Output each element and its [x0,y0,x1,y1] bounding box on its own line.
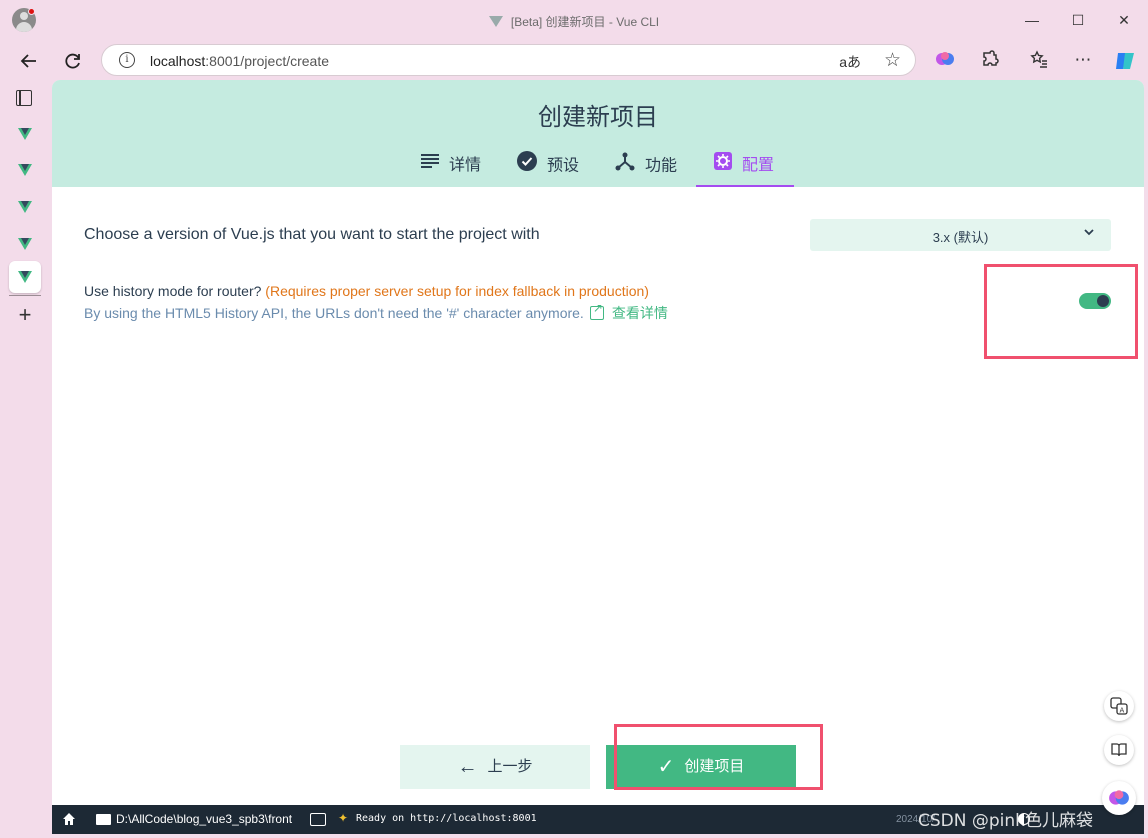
back-button[interactable] [16,48,42,74]
vue-logo-icon [18,271,32,283]
minimize-button[interactable]: — [1021,10,1043,30]
window-titlebar: [Beta] 创建新项目 - Vue CLI — ☐ ✕ [0,0,1148,40]
copilot-float-button[interactable] [1102,781,1136,815]
check-circle-icon [517,151,537,176]
vue-logo-icon [488,16,503,27]
window-title-text: [Beta] 创建新项目 - Vue CLI [510,15,660,29]
url-path: :8001/project/create [205,53,330,69]
history-desc: By using the HTML5 History API, the URLs… [84,305,584,321]
sparkle-icon: ✦ [338,811,349,825]
tab-config-label: 配置 [742,157,775,174]
extensions-icon[interactable] [979,49,1001,71]
watermark: CSDN @pink色儿麻袋 [918,811,1094,831]
highlight-box-toggle [984,264,1138,359]
browser-tab-vue-1[interactable] [12,120,38,146]
vue-version-label: Choose a version of Vue.js that you want… [84,226,540,243]
vue-version-select[interactable]: 3.x (默认) [810,219,1111,251]
back-arrow-icon [20,54,36,68]
reload-icon [65,53,80,69]
vue-logo-icon [18,201,32,213]
site-info-icon[interactable]: i [119,52,135,68]
page-header: 创建新项目 详情 预设 功能 配置 [52,80,1144,187]
window-title: [Beta] 创建新项目 - Vue CLI [0,13,1148,30]
url-text[interactable]: localhost:8001/project/create [150,53,329,69]
copilot-icon[interactable] [1113,49,1135,71]
address-bar[interactable]: i localhost:8001/project/create aあ ☆ [101,44,916,76]
tab-details[interactable]: 详情 [421,151,481,187]
page-title: 创建新项目 [538,104,658,131]
tab-features-label: 功能 [645,157,678,175]
browser-tab-vue-4[interactable] [12,230,38,256]
browser-tab-vue-3[interactable] [12,193,38,219]
gear-icon [714,151,732,175]
favorites-icon[interactable] [1028,49,1050,71]
chevron-down-icon [1083,226,1095,241]
tab-presets[interactable]: 预设 [517,151,579,187]
reader-float-button[interactable] [1104,735,1134,765]
history-warning: (Requires proper server setup for index … [265,283,649,299]
svg-text:A: A [1120,707,1125,715]
browser-tab-vue-2[interactable] [12,156,38,182]
url-host: localhost [150,53,206,69]
copilot-brain-icon [1109,790,1129,805]
vertical-tab-strip: + [0,80,50,838]
history-question: Use history mode for router? [84,283,266,299]
page-content: 创建新项目 详情 预设 功能 配置 Choose a version of Vu… [52,80,1144,805]
home-icon[interactable] [62,812,76,826]
folder-icon[interactable] [96,814,111,825]
previous-step-label: 上一步 [487,758,533,775]
vue-logo-icon [18,164,32,176]
external-link-icon[interactable] [589,301,604,320]
translate-float-button[interactable]: A [1104,691,1134,721]
tab-details-label: 详情 [449,157,482,174]
history-mode-description: By using the HTML5 History API, the URLs… [84,301,668,323]
arrow-left-icon: ← [457,756,478,778]
tab-presets-label: 预设 [547,157,580,175]
new-tab-button[interactable]: + [14,304,36,326]
project-path[interactable]: D:\AllCode\blog_vue3_spb3\front [116,812,292,826]
close-button[interactable]: ✕ [1113,10,1135,30]
favorite-star-icon[interactable]: ☆ [884,49,901,72]
highlight-box-create [614,724,823,790]
reload-button[interactable] [60,48,86,74]
tab-config[interactable]: 配置 [696,151,794,187]
read-aloud-icon[interactable]: aあ [839,52,861,72]
history-mode-label: Use history mode for router? (Requires p… [84,283,649,299]
vue-logo-icon [18,128,32,140]
more-menu-icon[interactable]: ⋯ [1072,49,1094,71]
tab-strip-divider [9,295,41,296]
copilot-brain-icon[interactable] [934,49,956,71]
book-icon [1111,743,1127,757]
maximize-button[interactable]: ☐ [1067,10,1089,30]
fork-icon [615,151,635,176]
translate-icon: A [1110,697,1128,715]
browser-tab-vue-active[interactable] [9,261,41,293]
tab-actions-icon[interactable] [16,90,32,106]
previous-step-button[interactable]: ← 上一步 [400,745,590,789]
terminal-icon[interactable] [310,813,326,826]
vue-logo-icon [18,238,32,250]
server-status: Ready on http://localhost:8001 [356,813,537,824]
vue-version-value: 3.x (默认) [932,230,989,245]
list-icon [421,153,439,174]
history-more-link[interactable]: 查看详情 [612,305,668,321]
tab-features[interactable]: 功能 [615,151,677,187]
